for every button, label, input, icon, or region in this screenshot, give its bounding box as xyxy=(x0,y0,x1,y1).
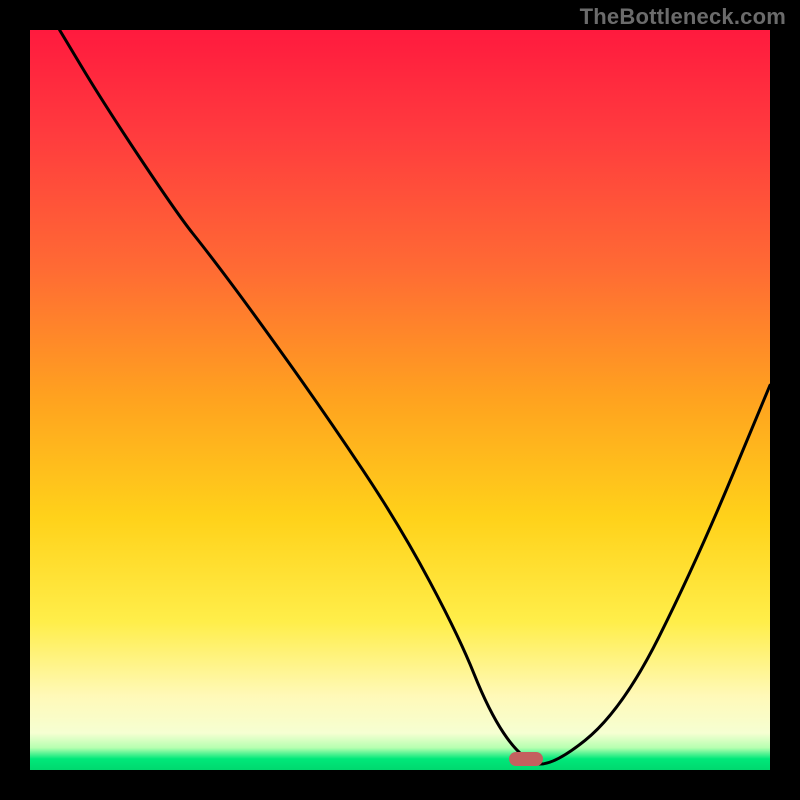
chart-frame: TheBottleneck.com xyxy=(0,0,800,800)
optimal-marker xyxy=(509,752,543,766)
watermark-text: TheBottleneck.com xyxy=(580,4,786,30)
bottleneck-curve-path xyxy=(60,30,770,764)
plot-area xyxy=(30,30,770,770)
curve-svg xyxy=(30,30,770,770)
